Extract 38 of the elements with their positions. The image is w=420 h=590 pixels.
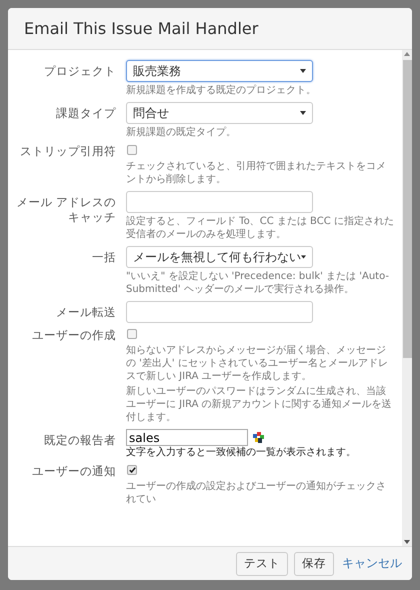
scroll-down-icon[interactable] [404, 538, 410, 546]
help-text: チェックされていると、引用符で囲まれたテキストをコメントから削除します。 [126, 160, 387, 186]
dialog-title: Email This Issue Mail Handler [24, 19, 258, 38]
field-label: ストリップ引用符 [19, 144, 116, 160]
field-label: 一括 [91, 249, 116, 266]
input-field[interactable] [126, 301, 313, 323]
dialog-button[interactable]: テスト [236, 552, 288, 576]
select-dropdown[interactable]: 問合せ [126, 102, 313, 124]
field-label: プロジェクト [43, 63, 116, 80]
field-label: 課題タイプ [55, 105, 116, 122]
caret-icon [301, 255, 306, 259]
user-picker-icon[interactable] [253, 432, 264, 443]
scroll-up-icon[interactable] [404, 50, 410, 58]
checkbox[interactable] [127, 465, 137, 475]
caret-icon [300, 111, 306, 115]
checkbox[interactable] [127, 329, 137, 339]
help-text: 文字を入力すると一致候補の一覧が表示されます。 [126, 446, 357, 459]
help-text: 設定すると、フィールド To、CC または BCC に指定された受信者のメールのみを処理します。 [126, 215, 394, 241]
checkbox[interactable] [127, 145, 137, 155]
field-label: 既定の報告者 [43, 432, 116, 449]
select-dropdown[interactable]: メールを無視して何も行わない [126, 246, 313, 268]
help-text: 知らないアドレスからメッセージが届く場合、メッセージの '差出人' にセットされているユーザー名とメールアドレスで新しい JIRA ユーザーを作成します。 [126, 344, 389, 383]
help-text: "いいえ" を設定しない 'Precedence: bulk' または 'Auto-Submitted' ヘッダーのメールで実行される操作。 [126, 270, 390, 296]
help-text: 新しいユーザーのパスワードはランダムに生成され、当該ユーザーに JIRA の新規アカウントに関する通知メールを送付します。 [126, 385, 393, 424]
scrollbar[interactable] [402, 50, 412, 546]
field-label: メール転送 [55, 304, 116, 321]
help-text: ユーザーの作成の設定およびユーザーの通知がチェックされてい [126, 480, 387, 506]
caret-icon [300, 69, 306, 73]
help-text: 新規課題を作成する既定のプロジェクト。 [126, 84, 317, 97]
cancel-link[interactable]: キャンセル [340, 555, 404, 572]
field-label: ユーザーの通知 [31, 464, 116, 480]
field-label: メール アドレスのキャッチ [15, 194, 116, 226]
dialog-button[interactable]: 保存 [294, 552, 334, 576]
user-picker-field[interactable]: sales [126, 429, 248, 446]
select-dropdown[interactable]: 販売業務 [126, 60, 313, 82]
input-field[interactable] [126, 191, 313, 213]
help-text: 新規課題の既定タイプ。 [126, 126, 237, 139]
field-label: ユーザーの作成 [31, 328, 116, 344]
